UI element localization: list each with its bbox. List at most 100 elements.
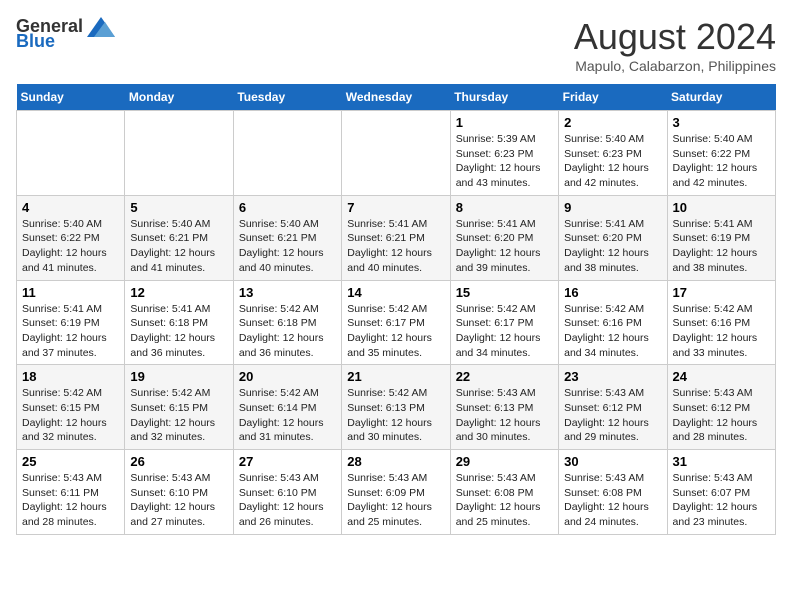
day-info: Sunrise: 5:41 AM Sunset: 6:19 PM Dayligh… [22,302,119,361]
day-number: 3 [673,115,770,130]
day-info: Sunrise: 5:40 AM Sunset: 6:22 PM Dayligh… [22,217,119,276]
day-number: 12 [130,285,227,300]
logo-blue: Blue [16,31,55,52]
day-number: 21 [347,369,444,384]
day-number: 6 [239,200,336,215]
day-number: 18 [22,369,119,384]
day-number: 19 [130,369,227,384]
day-number: 1 [456,115,553,130]
day-info: Sunrise: 5:42 AM Sunset: 6:15 PM Dayligh… [130,386,227,445]
title-section: August 2024 Mapulo, Calabarzon, Philippi… [574,16,776,74]
day-number: 2 [564,115,661,130]
day-info: Sunrise: 5:40 AM Sunset: 6:23 PM Dayligh… [564,132,661,191]
calendar-cell [342,111,450,196]
header-monday: Monday [125,84,233,111]
calendar-cell: 24 Sunrise: 5:43 AM Sunset: 6:12 PM Dayli… [667,365,775,450]
day-number: 26 [130,454,227,469]
day-info: Sunrise: 5:43 AM Sunset: 6:12 PM Dayligh… [564,386,661,445]
day-info: Sunrise: 5:41 AM Sunset: 6:19 PM Dayligh… [673,217,770,276]
header-sunday: Sunday [17,84,125,111]
day-number: 5 [130,200,227,215]
calendar-cell: 7Sunrise: 5:41 AM Sunset: 6:21 PM Daylig… [342,195,450,280]
location: Mapulo, Calabarzon, Philippines [574,58,776,74]
calendar-cell [17,111,125,196]
calendar-cell: 3 Sunrise: 5:40 AM Sunset: 6:22 PM Daylig… [667,111,775,196]
day-info: Sunrise: 5:43 AM Sunset: 6:08 PM Dayligh… [564,471,661,530]
calendar-cell: 14Sunrise: 5:42 AM Sunset: 6:17 PM Dayli… [342,280,450,365]
day-number: 28 [347,454,444,469]
day-info: Sunrise: 5:42 AM Sunset: 6:14 PM Dayligh… [239,386,336,445]
calendar-cell: 25 Sunrise: 5:43 AM Sunset: 6:11 PM Dayli… [17,450,125,535]
calendar-cell [125,111,233,196]
day-info: Sunrise: 5:41 AM Sunset: 6:21 PM Dayligh… [347,217,444,276]
calendar-cell: 5 Sunrise: 5:40 AM Sunset: 6:21 PM Daylig… [125,195,233,280]
day-info: Sunrise: 5:43 AM Sunset: 6:07 PM Dayligh… [673,471,770,530]
calendar-cell: 31Sunrise: 5:43 AM Sunset: 6:07 PM Dayli… [667,450,775,535]
day-info: Sunrise: 5:40 AM Sunset: 6:21 PM Dayligh… [130,217,227,276]
day-info: Sunrise: 5:43 AM Sunset: 6:10 PM Dayligh… [130,471,227,530]
day-number: 22 [456,369,553,384]
month-year: August 2024 [574,16,776,58]
calendar-cell: 21 Sunrise: 5:42 AM Sunset: 6:13 PM Dayli… [342,365,450,450]
day-number: 25 [22,454,119,469]
day-number: 30 [564,454,661,469]
calendar-cell: 12 Sunrise: 5:41 AM Sunset: 6:18 PM Dayli… [125,280,233,365]
day-number: 16 [564,285,661,300]
logo-icon [87,17,115,37]
day-number: 11 [22,285,119,300]
calendar-cell: 28 Sunrise: 5:43 AM Sunset: 6:09 PM Dayli… [342,450,450,535]
calendar-cell: 16 Sunrise: 5:42 AM Sunset: 6:16 PM Dayli… [559,280,667,365]
day-info: Sunrise: 5:42 AM Sunset: 6:17 PM Dayligh… [456,302,553,361]
day-info: Sunrise: 5:41 AM Sunset: 6:20 PM Dayligh… [456,217,553,276]
day-number: 27 [239,454,336,469]
calendar-cell: 8Sunrise: 5:41 AM Sunset: 6:20 PM Daylig… [450,195,558,280]
calendar-week-1: 1 Sunrise: 5:39 AM Sunset: 6:23 PM Daylig… [17,111,776,196]
day-info: Sunrise: 5:42 AM Sunset: 6:16 PM Dayligh… [673,302,770,361]
day-info: Sunrise: 5:40 AM Sunset: 6:22 PM Dayligh… [673,132,770,191]
day-info: Sunrise: 5:40 AM Sunset: 6:21 PM Dayligh… [239,217,336,276]
day-number: 10 [673,200,770,215]
calendar-cell: 22 Sunrise: 5:43 AM Sunset: 6:13 PM Dayli… [450,365,558,450]
day-info: Sunrise: 5:42 AM Sunset: 6:16 PM Dayligh… [564,302,661,361]
calendar-cell: 4 Sunrise: 5:40 AM Sunset: 6:22 PM Daylig… [17,195,125,280]
header-thursday: Thursday [450,84,558,111]
calendar-cell: 29 Sunrise: 5:43 AM Sunset: 6:08 PM Dayli… [450,450,558,535]
day-info: Sunrise: 5:42 AM Sunset: 6:17 PM Dayligh… [347,302,444,361]
calendar-cell: 20Sunrise: 5:42 AM Sunset: 6:14 PM Dayli… [233,365,341,450]
day-info: Sunrise: 5:41 AM Sunset: 6:18 PM Dayligh… [130,302,227,361]
day-info: Sunrise: 5:43 AM Sunset: 6:09 PM Dayligh… [347,471,444,530]
day-info: Sunrise: 5:43 AM Sunset: 6:12 PM Dayligh… [673,386,770,445]
day-info: Sunrise: 5:41 AM Sunset: 6:20 PM Dayligh… [564,217,661,276]
day-info: Sunrise: 5:43 AM Sunset: 6:08 PM Dayligh… [456,471,553,530]
day-info: Sunrise: 5:42 AM Sunset: 6:15 PM Dayligh… [22,386,119,445]
calendar-cell: 27Sunrise: 5:43 AM Sunset: 6:10 PM Dayli… [233,450,341,535]
calendar-cell: 2 Sunrise: 5:40 AM Sunset: 6:23 PM Daylig… [559,111,667,196]
calendar-cell: 6 Sunrise: 5:40 AM Sunset: 6:21 PM Daylig… [233,195,341,280]
calendar-cell: 11 Sunrise: 5:41 AM Sunset: 6:19 PM Dayli… [17,280,125,365]
day-number: 4 [22,200,119,215]
calendar-table: SundayMondayTuesdayWednesdayThursdayFrid… [16,84,776,535]
calendar-week-5: 25 Sunrise: 5:43 AM Sunset: 6:11 PM Dayli… [17,450,776,535]
calendar-cell: 19 Sunrise: 5:42 AM Sunset: 6:15 PM Dayli… [125,365,233,450]
calendar-cell: 10 Sunrise: 5:41 AM Sunset: 6:19 PM Dayli… [667,195,775,280]
page-header: General Blue August 2024 Mapulo, Calabar… [16,16,776,74]
calendar-header-row: SundayMondayTuesdayWednesdayThursdayFrid… [17,84,776,111]
logo: General Blue [16,16,115,52]
calendar-cell: 13 Sunrise: 5:42 AM Sunset: 6:18 PM Dayli… [233,280,341,365]
calendar-cell: 18 Sunrise: 5:42 AM Sunset: 6:15 PM Dayli… [17,365,125,450]
day-info: Sunrise: 5:42 AM Sunset: 6:18 PM Dayligh… [239,302,336,361]
calendar-cell: 23Sunrise: 5:43 AM Sunset: 6:12 PM Dayli… [559,365,667,450]
day-number: 13 [239,285,336,300]
day-number: 29 [456,454,553,469]
calendar-cell: 30 Sunrise: 5:43 AM Sunset: 6:08 PM Dayli… [559,450,667,535]
day-number: 24 [673,369,770,384]
calendar-week-2: 4 Sunrise: 5:40 AM Sunset: 6:22 PM Daylig… [17,195,776,280]
calendar-cell: 15 Sunrise: 5:42 AM Sunset: 6:17 PM Dayli… [450,280,558,365]
day-info: Sunrise: 5:43 AM Sunset: 6:13 PM Dayligh… [456,386,553,445]
day-info: Sunrise: 5:42 AM Sunset: 6:13 PM Dayligh… [347,386,444,445]
day-info: Sunrise: 5:43 AM Sunset: 6:11 PM Dayligh… [22,471,119,530]
calendar-cell: 26 Sunrise: 5:43 AM Sunset: 6:10 PM Dayli… [125,450,233,535]
header-wednesday: Wednesday [342,84,450,111]
day-number: 15 [456,285,553,300]
day-info: Sunrise: 5:39 AM Sunset: 6:23 PM Dayligh… [456,132,553,191]
